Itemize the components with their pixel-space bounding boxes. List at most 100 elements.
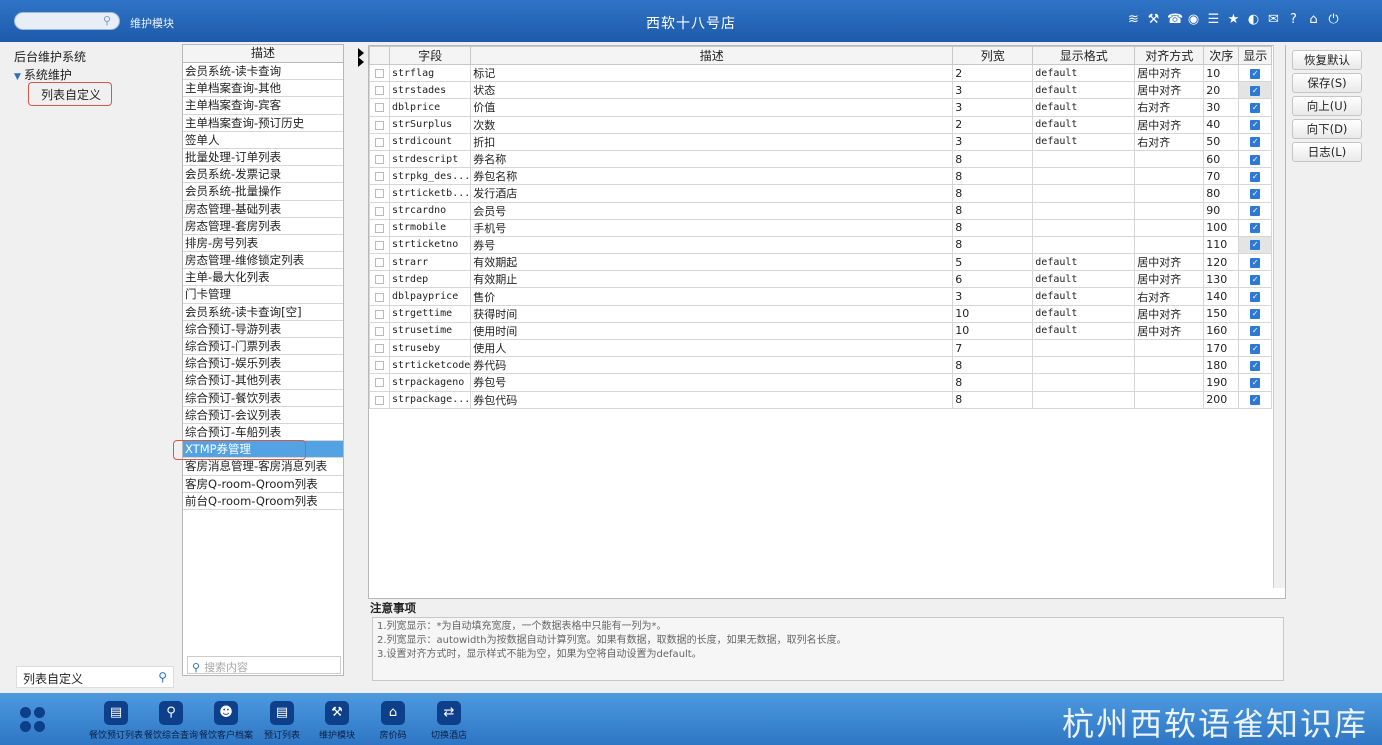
cell-order[interactable]: 170 (1203, 338, 1240, 358)
cell-desc[interactable]: 使用时间 (470, 321, 954, 341)
cell-order[interactable]: 10 (1203, 63, 1240, 83)
checkbox[interactable] (375, 258, 384, 268)
cell-align[interactable] (1134, 149, 1205, 169)
cell-field[interactable]: strticketno (388, 235, 472, 255)
row-select-checkbox[interactable] (369, 253, 390, 272)
cell-desc[interactable]: 券号 (470, 235, 954, 255)
help-icon[interactable]: ? (1287, 12, 1300, 27)
cell-field[interactable]: strusetime (388, 321, 472, 341)
cell-field[interactable]: dblpayprice (388, 287, 472, 306)
cell-align[interactable]: 居中对齐 (1134, 115, 1205, 134)
palette-icon[interactable]: ◉ (1187, 12, 1200, 27)
cell-align[interactable] (1134, 201, 1205, 220)
checkbox[interactable] (375, 275, 384, 285)
checkbox[interactable] (375, 69, 384, 79)
show-checkbox-checked[interactable]: ✓ (1250, 292, 1261, 303)
cell-field[interactable]: strcardno (388, 201, 472, 220)
cell-field[interactable]: struseby (388, 338, 472, 358)
cell-desc[interactable]: 券包号 (470, 373, 954, 392)
checkbox[interactable] (375, 395, 384, 405)
cell-show[interactable]: ✓ (1238, 338, 1273, 358)
cell-format[interactable]: default (1032, 287, 1136, 306)
checkbox[interactable] (375, 103, 384, 113)
cell-field[interactable]: strgettime (388, 304, 472, 323)
cell-desc[interactable]: 券名称 (470, 149, 954, 169)
list-item[interactable]: 房态管理-基础列表 (183, 201, 343, 218)
cell-align[interactable]: 居中对齐 (1134, 253, 1205, 272)
cell-order[interactable]: 70 (1203, 167, 1240, 186)
cell-align[interactable]: 右对齐 (1134, 132, 1205, 151)
tools-icon[interactable]: ⚒ (1147, 12, 1160, 27)
cell-show[interactable]: ✓ (1238, 115, 1273, 134)
cell-order[interactable]: 120 (1203, 253, 1240, 272)
cell-format[interactable] (1032, 149, 1136, 169)
phone-icon[interactable]: ☎ (1167, 12, 1183, 27)
cell-field[interactable]: strarr (388, 253, 472, 272)
mail-icon[interactable]: ✉ (1267, 12, 1280, 27)
column-header-format[interactable]: 显示格式 (1032, 46, 1136, 65)
cell-align[interactable] (1134, 356, 1205, 375)
star-icon[interactable]: ★ (1227, 12, 1240, 27)
list-item[interactable]: 主单-最大化列表 (183, 269, 343, 287)
list-item[interactable]: 客房消息管理-客房消息列表 (183, 458, 343, 476)
taskbar-item[interactable]: ▤ 预订列表 (254, 701, 310, 741)
column-header-desc[interactable]: 描述 (470, 46, 954, 65)
cell-field[interactable]: strpkg_des... (388, 167, 472, 186)
table-row[interactable]: strusetime 使用时间 10 default 居中对齐 160 ✓ (369, 321, 1273, 341)
show-checkbox-checked[interactable]: ✓ (1250, 85, 1261, 96)
checkbox[interactable] (375, 309, 384, 319)
cell-format[interactable]: default (1032, 321, 1136, 341)
cell-field[interactable]: strmobile (388, 218, 472, 237)
list-item[interactable]: 综合预订-其他列表 (183, 372, 343, 390)
cell-field[interactable]: strdicount (388, 132, 472, 151)
list-search-input[interactable]: ⚲ 搜索内容 (187, 656, 341, 674)
table-row[interactable]: strgettime 获得时间 10 default 居中对齐 150 ✓ (369, 304, 1273, 323)
table-row[interactable]: strticketno 券号 8 110 ✓ (369, 235, 1273, 255)
cell-format[interactable]: default (1032, 98, 1136, 117)
list-item[interactable]: 主单档案查询-宾客 (183, 97, 343, 115)
list-item[interactable]: 房态管理-套房列表 (183, 218, 343, 235)
cell-field[interactable]: strticketb... (388, 184, 472, 203)
row-select-checkbox[interactable] (369, 132, 390, 151)
table-row[interactable]: strpackageno 券包号 8 190 ✓ (369, 373, 1273, 392)
table-row[interactable]: strarr 有效期起 5 default 居中对齐 120 ✓ (369, 253, 1273, 272)
menu-icon[interactable]: ☰ (1207, 12, 1220, 27)
cell-show[interactable]: ✓ (1238, 390, 1273, 409)
cell-order[interactable]: 40 (1203, 115, 1240, 134)
cell-format[interactable]: default (1032, 253, 1136, 272)
cell-width[interactable]: 3 (952, 81, 1034, 100)
table-row[interactable]: strpackage... 券包代码 8 200 ✓ (369, 390, 1273, 409)
cell-align[interactable] (1134, 235, 1205, 255)
row-select-checkbox[interactable] (369, 321, 390, 341)
cell-order[interactable]: 130 (1203, 270, 1240, 289)
list-item[interactable]: 综合预订-车船列表 (183, 424, 343, 442)
checkbox[interactable] (375, 240, 384, 250)
cell-align[interactable] (1134, 373, 1205, 392)
list-item[interactable]: 排房-房号列表 (183, 235, 343, 253)
vertical-scrollbar[interactable] (1273, 45, 1285, 588)
row-select-checkbox[interactable] (369, 149, 390, 169)
cell-width[interactable]: 10 (952, 304, 1034, 323)
list-item[interactable]: 综合预订-会议列表 (183, 407, 343, 424)
cell-format[interactable] (1032, 390, 1136, 409)
cell-align[interactable]: 居中对齐 (1134, 321, 1205, 341)
table-row[interactable]: dblpayprice 售价 3 default 右对齐 140 ✓ (369, 287, 1273, 306)
cell-desc[interactable]: 获得时间 (470, 304, 954, 323)
list-item[interactable]: 会员系统-读卡查询[空] (183, 304, 343, 321)
cell-show[interactable]: ✓ (1238, 356, 1273, 375)
cell-format[interactable] (1032, 218, 1136, 237)
cell-order[interactable]: 50 (1203, 132, 1240, 151)
cell-field[interactable]: strdescript (388, 149, 472, 169)
show-checkbox-checked[interactable]: ✓ (1250, 360, 1261, 371)
taskbar-item[interactable]: ⌂ 房价码 (365, 701, 421, 741)
cell-order[interactable]: 20 (1203, 81, 1240, 100)
cell-show[interactable]: ✓ (1238, 167, 1273, 186)
cell-width[interactable]: 6 (952, 270, 1034, 289)
list-item[interactable]: 主单档案查询-预订历史 (183, 115, 343, 132)
taskbar-item[interactable]: ⚲ 餐饮综合查询 (143, 701, 199, 741)
table-row[interactable]: strdescript 券名称 8 60 ✓ (369, 149, 1273, 169)
row-select-checkbox[interactable] (369, 373, 390, 392)
row-select-checkbox[interactable] (369, 356, 390, 375)
cell-format[interactable] (1032, 356, 1136, 375)
cell-format[interactable]: default (1032, 270, 1136, 289)
